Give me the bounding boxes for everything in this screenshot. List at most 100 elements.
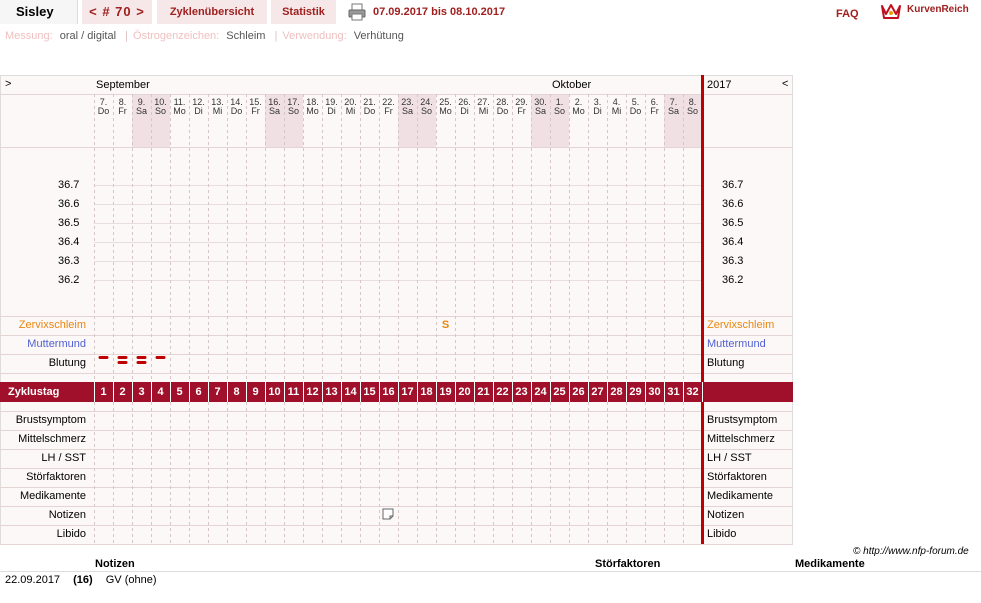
cycle-day-number[interactable]: 31 [664,386,683,398]
symptom-row-label: Libido [56,528,86,540]
day-weekday: Di [194,106,203,116]
cervix-position-row-label: Muttermund [27,338,86,350]
cycle-day-number[interactable]: 23 [512,386,531,398]
cycle-day-number[interactable]: 4 [151,386,170,398]
cycle-day-number[interactable]: 7 [208,386,227,398]
symptom-row-label-right: LH / SST [707,452,752,464]
cycle-day-number[interactable]: 18 [417,386,436,398]
cycle-day-separator [569,382,570,402]
cycle-day-number[interactable]: 1 [94,386,113,398]
cycle-day-number[interactable]: 28 [607,386,626,398]
day-weekday: Sa [268,106,280,116]
day-weekday: Fr [517,106,526,116]
day-weekday: So [287,106,299,116]
cycle-day-separator [284,382,285,402]
cycle-day-number[interactable]: 17 [398,386,417,398]
cycle-day-number[interactable]: 21 [474,386,493,398]
copyright: © http://www.nfp-forum.de [853,546,969,557]
cycle-day-number[interactable]: 15 [360,386,379,398]
day-weekday: Do [97,106,110,116]
bleeding-mark[interactable] [117,356,128,359]
cycle-day-number[interactable]: 6 [189,386,208,398]
cycle-day-number[interactable]: 16 [379,386,398,398]
bleeding-mark[interactable] [136,356,147,359]
temp-axis-label: 36.2 [58,274,80,286]
cycle-day-number[interactable]: 3 [132,386,151,398]
cycle-day-separator [474,382,475,402]
cycle-day-number[interactable]: 25 [550,386,569,398]
cycle-day-separator [512,382,513,402]
note-entry: 22.09.2017 (16) GV (ohne) [5,574,157,586]
day-weekday: Di [460,106,469,116]
cycle-day-separator [493,382,494,402]
temp-axis-label-right: 36.7 [722,179,744,191]
cycle-day-separator [227,382,228,402]
cycle-day-number[interactable]: 27 [588,386,607,398]
bleeding-mark[interactable] [155,356,166,359]
notes-header: Notizen [95,558,135,570]
cycle-day-number[interactable]: 13 [322,386,341,398]
cycle-day-number[interactable]: 12 [303,386,322,398]
cycle-day-separator [170,382,171,402]
cycle-day-separator [626,382,627,402]
note-text: GV (ohne) [105,574,157,586]
cycle-day-number[interactable]: 2 [113,386,132,398]
cycle-day-number[interactable]: 30 [645,386,664,398]
cycle-day-number[interactable]: 9 [246,386,265,398]
symptom-row-label-right: Mittelschmerz [707,433,775,445]
cycle-day-number[interactable]: 5 [170,386,189,398]
cycle-day-separator [303,382,304,402]
cycle-day-separator [531,382,532,402]
temp-axis-label-right: 36.2 [722,274,744,286]
day-weekday: Mo [173,106,186,116]
cycle-day-number[interactable]: 26 [569,386,588,398]
cervix-mark[interactable]: S [436,319,455,331]
day-weekday: Fr [251,106,260,116]
cycle-day-number[interactable]: 29 [626,386,645,398]
cycle-day-separator [607,382,608,402]
cycle-day-separator [208,382,209,402]
bleeding-mark[interactable] [136,361,147,364]
cycle-day-number[interactable]: 32 [683,386,702,398]
day-weekday: So [420,106,432,116]
temp-axis-label-right: 36.4 [722,236,744,248]
note-icon[interactable] [382,508,394,520]
cycle-day-separator [265,382,266,402]
temp-axis-label-right: 36.5 [722,217,744,229]
cervix-row-label: Zervixschleim [18,319,86,331]
symptom-row-label: LH / SST [41,452,86,464]
temp-axis-label: 36.6 [58,198,80,210]
cycle-day-number[interactable]: 24 [531,386,550,398]
day-weekday: Do [363,106,376,116]
cycle-day-number[interactable]: 19 [436,386,455,398]
symptom-row-label: Mittelschmerz [18,433,86,445]
day-weekday: So [553,106,565,116]
bleeding-row-label: Blutung [48,357,86,369]
symptom-row-label-right: Medikamente [707,490,774,502]
day-weekday: Sa [667,106,679,116]
day-weekday: Do [496,106,509,116]
chart-grid [0,94,793,545]
cycle-day-number[interactable]: 8 [227,386,246,398]
cycle-day-number[interactable]: 11 [284,386,303,398]
cycle-day-separator [341,382,342,402]
symptom-row-label: Brustsymptom [15,414,86,426]
cycle-day-number[interactable]: 10 [265,386,284,398]
day-weekday: Mo [306,106,319,116]
bleeding-mark[interactable] [98,356,109,359]
note-cycle-day: (16) [73,574,93,586]
cycle-day-number[interactable]: 20 [455,386,474,398]
cycle-day-separator [322,382,323,402]
cycle-end-line [701,75,704,544]
cycle-day-separator [132,382,133,402]
day-weekday: Fr [118,106,127,116]
cycle-day-number[interactable]: 22 [493,386,512,398]
cycle-day-number[interactable]: 14 [341,386,360,398]
bleeding-mark[interactable] [117,361,128,364]
symptom-row-label: Notizen [48,509,86,521]
cycle-day-separator [94,382,95,402]
symptom-row-label-right: Notizen [707,509,745,521]
day-weekday: Di [593,106,602,116]
cycle-day-label: Zyklustag [8,386,60,398]
symptom-row-label-right: Libido [707,528,737,540]
